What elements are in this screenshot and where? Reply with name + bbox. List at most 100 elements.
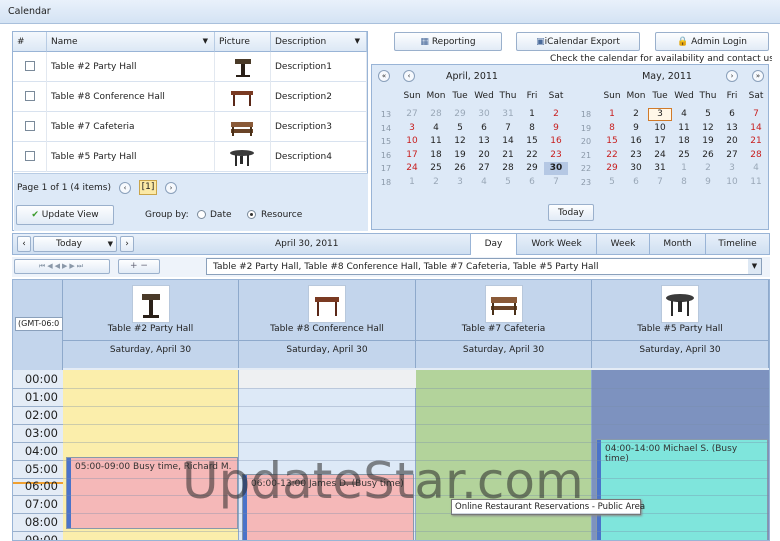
calendar-day[interactable]: 4	[672, 108, 696, 121]
calendar-day[interactable]: 4	[424, 122, 448, 135]
calendar-day[interactable]: 14	[744, 122, 768, 135]
calendar-day[interactable]: 10	[648, 122, 672, 135]
calendar-day[interactable]: 21	[496, 149, 520, 162]
chevron-down-icon[interactable]: ▼	[748, 259, 761, 274]
calendar-day[interactable]: 20	[472, 149, 496, 162]
calendar-day[interactable]: 28	[496, 162, 520, 175]
prev-page-icon[interactable]: ‹	[119, 182, 131, 194]
calendar-day[interactable]: 30	[624, 162, 648, 175]
calendar-day[interactable]: 16	[624, 135, 648, 148]
calendar-day[interactable]: 27	[400, 108, 424, 121]
calendar-day[interactable]: 27	[472, 162, 496, 175]
calendar-day[interactable]: 12	[696, 122, 720, 135]
calendar-day[interactable]: 11	[424, 135, 448, 148]
table-row[interactable]: Table #2 Party Hall Description1	[13, 52, 367, 82]
filter-dropdown-icon[interactable]: ▼	[203, 37, 208, 45]
calendar-day[interactable]: 23	[624, 149, 648, 162]
calendar-day[interactable]: 24	[400, 162, 424, 175]
calendar-day[interactable]: 22	[520, 149, 544, 162]
calendar-day[interactable]: 6	[472, 122, 496, 135]
groupby-date-radio[interactable]	[197, 210, 206, 219]
calendar-day[interactable]: 2	[424, 176, 448, 189]
calendar-day[interactable]: 28	[744, 149, 768, 162]
calendar-day[interactable]: 7	[744, 108, 768, 121]
icalendar-export-button[interactable]: ▣iCalendar Export	[516, 32, 640, 51]
filter-dropdown-icon[interactable]: ▼	[355, 37, 360, 45]
table-row[interactable]: Table #7 Cafeteria Description3	[13, 112, 367, 142]
col-header-name[interactable]: Name ▼	[47, 32, 215, 52]
calendar-day[interactable]: 3	[448, 176, 472, 189]
calendar-day[interactable]: 8	[672, 176, 696, 189]
calendar-day[interactable]: 6	[520, 176, 544, 189]
calendar-day[interactable]: 5	[448, 122, 472, 135]
next-month-icon[interactable]: ›	[726, 70, 738, 82]
calendar-day[interactable]: 19	[448, 149, 472, 162]
calendar-day[interactable]: 16	[544, 135, 568, 148]
calendar-day[interactable]: 21	[744, 135, 768, 148]
calendar-day[interactable]: 5	[696, 108, 720, 121]
calendar-day[interactable]: 11	[672, 122, 696, 135]
calendar-day[interactable]: 8	[520, 122, 544, 135]
next-day-icon[interactable]: ›	[120, 236, 134, 252]
calendar-day[interactable]: 26	[696, 149, 720, 162]
calendar-day[interactable]: 1	[520, 108, 544, 121]
calendar-day[interactable]: 12	[448, 135, 472, 148]
calendar-day[interactable]: 11	[744, 176, 768, 189]
calendar-day[interactable]: 1	[600, 108, 624, 121]
calendar-day[interactable]: 18	[672, 135, 696, 148]
timezone-select[interactable]: (GMT-06:0	[15, 317, 63, 331]
calendar-day[interactable]: 14	[496, 135, 520, 148]
resource-pager-icons[interactable]: ⏮◀◀▶▶⏭	[14, 259, 110, 274]
calendar-day[interactable]: 25	[424, 162, 448, 175]
calendar-day[interactable]: 9	[624, 122, 648, 135]
calendar-day[interactable]: 6	[624, 176, 648, 189]
admin-login-button[interactable]: 🔒 Admin Login	[655, 32, 769, 51]
reporting-button[interactable]: ▦ Reporting	[394, 32, 502, 51]
calendar-day[interactable]: 27	[720, 149, 744, 162]
tab-day[interactable]: Day	[470, 234, 516, 255]
calendar-day[interactable]: 2	[624, 108, 648, 121]
calendar-day[interactable]: 13	[472, 135, 496, 148]
calendar-day[interactable]: 2	[696, 162, 720, 175]
calendar-day[interactable]: 5	[600, 176, 624, 189]
calendar-day[interactable]: 9	[544, 122, 568, 135]
current-page-button[interactable]: [1]	[139, 180, 157, 195]
col-header-picture[interactable]: Picture	[215, 32, 271, 52]
today-dropdown[interactable]: Today ▼	[33, 236, 117, 252]
col-header-description[interactable]: Description ▼	[271, 32, 367, 52]
prev-day-icon[interactable]: ‹	[17, 236, 31, 252]
calendar-day[interactable]: 28	[424, 108, 448, 121]
calendar-day[interactable]: 31	[496, 108, 520, 121]
appointment[interactable]: 04:00-14:00 Michael S. (Busy time)	[596, 439, 768, 540]
calendar-day[interactable]: 15	[520, 135, 544, 148]
next-year-icon[interactable]: »	[752, 70, 764, 82]
calendar-day[interactable]: 13	[720, 122, 744, 135]
calendar-day[interactable]: 8	[600, 122, 624, 135]
groupby-resource-radio[interactable]	[247, 210, 256, 219]
calendar-day[interactable]: 3	[720, 162, 744, 175]
calendar-day[interactable]: 20	[720, 135, 744, 148]
calendar-day[interactable]: 17	[648, 135, 672, 148]
calendar-day[interactable]: 26	[448, 162, 472, 175]
calendar-day[interactable]: 10	[720, 176, 744, 189]
calendar-day[interactable]: 15	[600, 135, 624, 148]
calendar-day[interactable]: 1	[400, 176, 424, 189]
calendar-day[interactable]: 19	[696, 135, 720, 148]
tab-week[interactable]: Week	[596, 234, 649, 255]
calendar-day[interactable]: 18	[424, 149, 448, 162]
calendar-day[interactable]: 31	[648, 162, 672, 175]
calendar-day[interactable]: 6	[720, 108, 744, 121]
tab-month[interactable]: Month	[649, 234, 705, 255]
calendar-today-button[interactable]: Today	[548, 204, 594, 221]
calendar-day[interactable]: 29	[600, 162, 624, 175]
calendar-day[interactable]: 25	[672, 149, 696, 162]
resource-filter-select[interactable]: Table #2 Party Hall, Table #8 Conference…	[206, 258, 762, 275]
calendar-day[interactable]: 5	[496, 176, 520, 189]
calendar-day[interactable]: 23	[544, 149, 568, 162]
calendar-day[interactable]: 4	[744, 162, 768, 175]
calendar-day[interactable]: 7	[496, 122, 520, 135]
calendar-day[interactable]: 24	[648, 149, 672, 162]
row-checkbox[interactable]	[25, 61, 35, 71]
calendar-day[interactable]: 1	[672, 162, 696, 175]
calendar-day[interactable]: 9	[696, 176, 720, 189]
